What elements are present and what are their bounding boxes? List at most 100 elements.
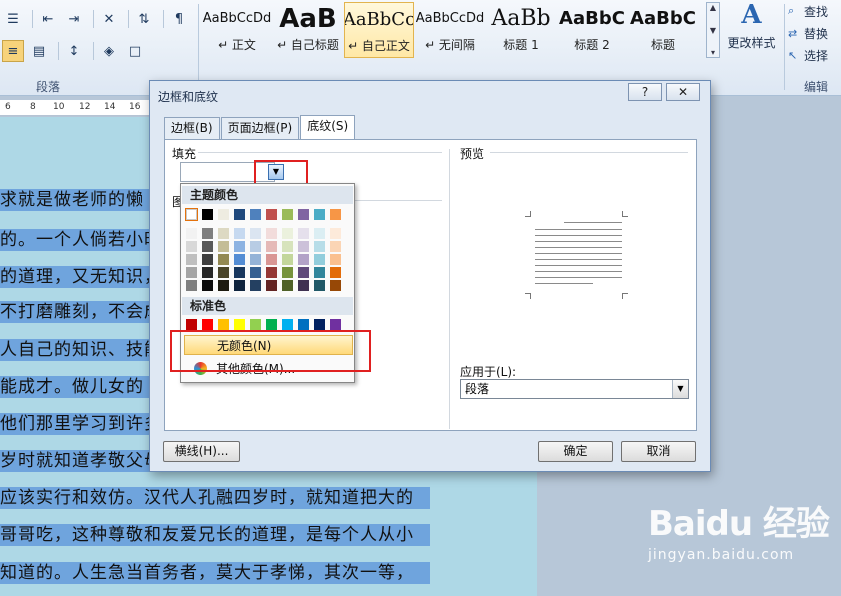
close-button[interactable]: ✕ [666, 83, 700, 101]
color-swatch[interactable] [186, 267, 197, 278]
color-swatch[interactable] [186, 228, 197, 239]
color-swatch[interactable] [186, 254, 197, 265]
show-marks-icon[interactable]: ¶ [168, 8, 190, 30]
color-swatch[interactable] [218, 319, 229, 330]
color-swatch[interactable] [282, 209, 293, 220]
cancel-button[interactable]: 取消 [621, 441, 696, 462]
scroll-up-icon[interactable]: ▲ [710, 3, 716, 12]
justify-icon[interactable]: ≡ [2, 40, 24, 62]
color-swatch[interactable] [330, 254, 341, 265]
color-swatch[interactable] [314, 209, 325, 220]
style-tile-title[interactable]: AaBbC 标题 [628, 2, 698, 58]
color-swatch[interactable] [250, 280, 261, 291]
color-swatch[interactable] [250, 228, 261, 239]
styles-scrollbar[interactable]: ▲ ▼ ▾ [706, 2, 720, 58]
help-button[interactable]: ? [628, 83, 662, 101]
color-swatch[interactable] [202, 254, 213, 265]
color-swatch[interactable] [250, 267, 261, 278]
color-swatch[interactable] [250, 254, 261, 265]
color-swatch[interactable] [298, 209, 309, 220]
color-swatch[interactable] [298, 280, 309, 291]
color-swatch[interactable] [282, 241, 293, 252]
color-swatch[interactable] [314, 241, 325, 252]
decrease-indent-icon[interactable]: ⇤ [37, 8, 59, 30]
color-swatch[interactable] [186, 280, 197, 291]
color-swatch[interactable] [218, 209, 229, 220]
style-tile-custom-heading[interactable]: AaB ↵ 自己标题 [273, 2, 343, 58]
color-swatch[interactable] [202, 319, 213, 330]
color-swatch[interactable] [330, 241, 341, 252]
color-swatch[interactable] [298, 267, 309, 278]
color-swatch[interactable] [202, 209, 213, 220]
color-swatch[interactable] [266, 267, 277, 278]
color-swatch[interactable] [330, 228, 341, 239]
select-button[interactable]: ↖ 选择 [788, 44, 841, 66]
chinese-layout-icon[interactable]: ✕ [98, 8, 120, 30]
color-swatch[interactable] [314, 280, 325, 291]
color-swatch[interactable] [218, 280, 229, 291]
color-swatch[interactable] [282, 280, 293, 291]
color-swatch[interactable] [314, 228, 325, 239]
distributed-icon[interactable]: ▤ [28, 40, 50, 62]
color-swatch[interactable] [250, 319, 261, 330]
color-swatch[interactable] [234, 319, 245, 330]
color-swatch[interactable] [314, 319, 325, 330]
chevron-down-icon[interactable]: ▼ [672, 380, 688, 398]
horizontal-line-button[interactable]: 横线(H)... [163, 441, 240, 462]
replace-button[interactable]: ⇄ 替换 [788, 22, 841, 44]
scroll-down-icon[interactable]: ▼ [710, 26, 716, 35]
style-tile-heading-2[interactable]: AaBbC 标题 2 [557, 2, 627, 58]
color-swatch[interactable] [266, 280, 277, 291]
color-swatch[interactable] [330, 319, 341, 330]
color-swatch[interactable] [234, 267, 245, 278]
color-swatch[interactable] [282, 267, 293, 278]
color-swatch[interactable] [250, 209, 261, 220]
color-swatch[interactable] [218, 267, 229, 278]
color-swatch[interactable] [250, 241, 261, 252]
color-swatch[interactable] [202, 228, 213, 239]
color-swatch[interactable] [234, 241, 245, 252]
color-swatch[interactable] [266, 319, 277, 330]
color-swatch[interactable] [218, 241, 229, 252]
color-swatch[interactable] [186, 241, 197, 252]
color-swatch[interactable] [266, 241, 277, 252]
color-swatch[interactable] [202, 280, 213, 291]
color-swatch[interactable] [218, 254, 229, 265]
color-swatch[interactable] [282, 228, 293, 239]
find-button[interactable]: ⌕ 查找 [788, 0, 841, 22]
apply-to-select[interactable]: 段落 ▼ [460, 379, 689, 399]
color-swatch[interactable] [234, 228, 245, 239]
color-swatch[interactable] [298, 241, 309, 252]
style-tile-no-spacing[interactable]: AaBbCcDd ↵ 无间隔 [415, 2, 485, 58]
color-swatch[interactable] [282, 319, 293, 330]
color-swatch[interactable] [282, 254, 293, 265]
more-styles-icon[interactable]: ▾ [711, 48, 715, 57]
increase-indent-icon[interactable]: ⇥ [63, 8, 85, 30]
color-swatch[interactable] [234, 280, 245, 291]
color-swatch[interactable] [234, 209, 245, 220]
color-swatch[interactable] [234, 254, 245, 265]
shading-bucket-icon[interactable]: ◈ [98, 40, 120, 62]
color-swatch[interactable] [298, 254, 309, 265]
style-tile-custom-body[interactable]: AaBbCc ↵ 自己正文 [344, 2, 414, 58]
color-swatch[interactable] [202, 241, 213, 252]
change-styles-button[interactable]: A 更改样式 [724, 0, 779, 66]
color-swatch[interactable] [330, 280, 341, 291]
color-swatch[interactable] [218, 228, 229, 239]
color-swatch[interactable] [314, 267, 325, 278]
style-tile-heading-1[interactable]: AaBb 标题 1 [486, 2, 556, 58]
color-swatch[interactable] [298, 228, 309, 239]
color-swatch[interactable] [266, 209, 277, 220]
color-swatch[interactable] [330, 267, 341, 278]
style-tile-normal[interactable]: AaBbCcDd ↵ 正文 [202, 2, 272, 58]
color-swatch[interactable] [186, 319, 197, 330]
color-swatch[interactable] [266, 228, 277, 239]
tab-borders[interactable]: 边框(B) [164, 117, 220, 139]
ok-button[interactable]: 确定 [538, 441, 613, 462]
border-icon[interactable]: □ [124, 40, 146, 62]
multilevel-list-icon[interactable]: ☰ [2, 8, 24, 30]
sort-icon[interactable]: ⇅ [133, 8, 155, 30]
color-swatch[interactable] [314, 254, 325, 265]
color-swatch[interactable] [330, 209, 341, 220]
color-swatch[interactable] [266, 254, 277, 265]
